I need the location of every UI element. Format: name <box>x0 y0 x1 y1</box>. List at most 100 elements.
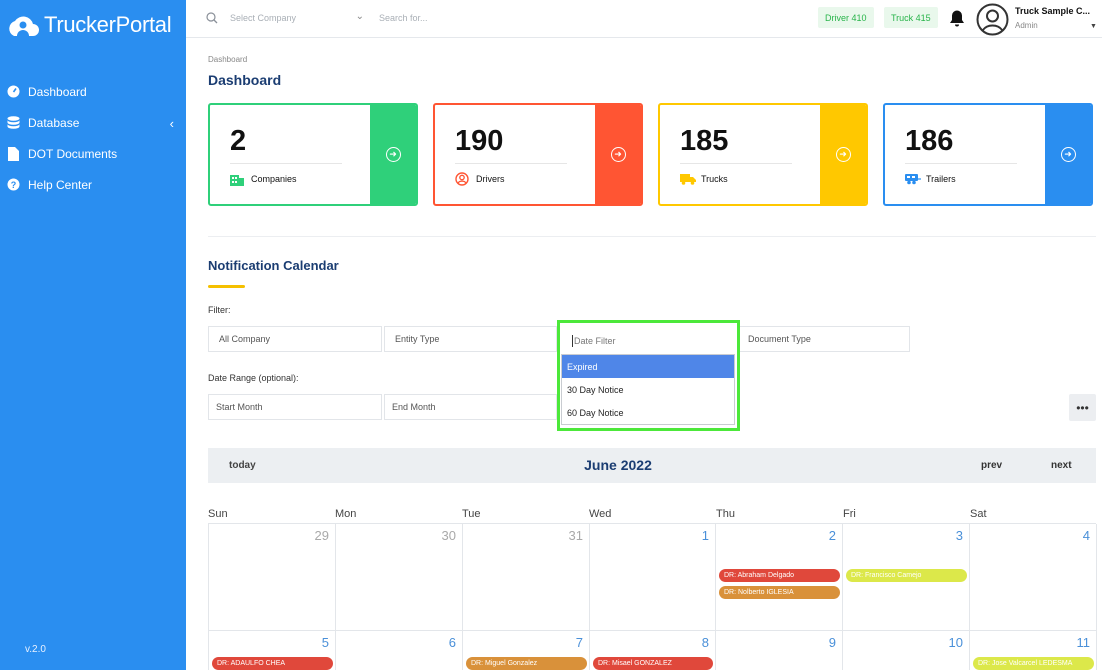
day-number: 8 <box>701 635 709 650</box>
date-filter-dropdown: Date Filter Expired 30 Day Notice 60 Day… <box>557 320 740 431</box>
drivers-go-button[interactable]: ➜ <box>595 105 641 204</box>
sidebar-item-dashboard[interactable]: Dashboard <box>0 76 186 107</box>
trucks-count: 185 <box>680 125 729 157</box>
trucks-go-button[interactable]: ➜ <box>820 105 866 204</box>
all-company-select[interactable]: All Company <box>208 326 382 352</box>
date-filter-options: Expired 30 Day Notice 60 Day Notice <box>561 354 735 425</box>
next-button[interactable]: next <box>1051 460 1072 471</box>
section-divider <box>208 236 1096 237</box>
sidebar-nav: Dashboard Database ‹ DOT Documents ? Hel… <box>0 76 186 200</box>
sidebar-item-dot-documents[interactable]: DOT Documents <box>0 138 186 169</box>
divider <box>230 163 342 164</box>
day-cell[interactable]: 7 DR: Miguel Gonzalez <box>463 631 590 670</box>
calendar-event[interactable]: DR: Miguel Gonzalez <box>466 657 587 670</box>
option-expired[interactable]: Expired <box>562 355 734 378</box>
companies-go-button[interactable]: ➜ <box>370 105 416 204</box>
option-60-day-notice[interactable]: 60 Day Notice <box>562 401 734 424</box>
breadcrumb[interactable]: Dashboard <box>208 55 247 64</box>
calendar-event[interactable]: DR: Abraham Delgado <box>719 569 840 582</box>
day-cell[interactable]: 10 <box>843 631 970 670</box>
bell-icon[interactable] <box>949 9 965 32</box>
day-cell[interactable]: 30 <box>336 524 463 631</box>
more-options-button[interactable]: ••• <box>1069 394 1096 421</box>
trailers-card: 186 Trailers ➜ <box>883 103 1093 206</box>
arrow-right-circle-icon: ➜ <box>1060 147 1076 162</box>
filter-label: Filter: <box>208 305 231 315</box>
truck-count-badge[interactable]: Truck 415 <box>884 7 938 28</box>
calendar-event[interactable]: DR: Misael GONZALEZ <box>593 657 713 670</box>
day-cell[interactable]: 29 <box>209 524 336 631</box>
entity-type-select[interactable]: Entity Type <box>384 326 557 352</box>
prev-button[interactable]: prev <box>981 460 1002 471</box>
sidebar-item-database[interactable]: Database ‹ <box>0 107 186 138</box>
building-icon <box>230 172 246 186</box>
search-input[interactable]: Search for... <box>379 13 428 23</box>
end-month-input[interactable]: End Month <box>384 394 557 420</box>
day-cell[interactable]: 11 DR: Jose Valcarcel LEDESMA <box>970 631 1097 670</box>
day-number: 3 <box>955 528 963 543</box>
date-filter-placeholder: Date Filter <box>574 336 616 346</box>
weekday-tue: Tue <box>462 508 481 520</box>
caret-down-icon[interactable]: ▼ <box>1090 23 1097 30</box>
sidebar: TruckerPortal Dashboard Database ‹ DOT D… <box>0 0 186 670</box>
calendar-event[interactable]: DR: ADAULFO CHEA <box>212 657 333 670</box>
sidebar-item-help-center[interactable]: ? Help Center <box>0 169 186 200</box>
day-number: 11 <box>1076 635 1091 650</box>
trailers-count: 186 <box>905 125 954 157</box>
sidebar-item-label: Database <box>28 115 80 130</box>
calendar-event[interactable]: DR: Jose Valcarcel LEDESMA <box>973 657 1094 670</box>
page-title: Dashboard <box>208 72 282 88</box>
option-30-day-notice[interactable]: 30 Day Notice <box>562 378 734 401</box>
ellipsis-icon: ••• <box>1076 400 1089 415</box>
calendar-month-title: June 2022 <box>584 457 652 473</box>
day-number: 31 <box>568 528 583 543</box>
avatar[interactable] <box>976 3 1009 36</box>
day-number: 7 <box>575 635 583 650</box>
calendar-event[interactable]: DR: Francisco Camejo <box>846 569 967 582</box>
weekday-mon: Mon <box>335 508 357 520</box>
trailer-icon <box>905 172 921 186</box>
document-icon <box>6 146 21 161</box>
trucks-label: Trucks <box>701 174 728 184</box>
notification-calendar-title: Notification Calendar <box>208 258 339 273</box>
calendar-event[interactable]: DR: Nolberto IGLESIA <box>719 586 840 599</box>
day-cell[interactable]: 5 DR: ADAULFO CHEA <box>209 631 336 670</box>
brand-name: TruckerPortal <box>44 12 172 37</box>
day-number: 10 <box>948 635 963 650</box>
date-range-label: Date Range (optional): <box>208 373 299 383</box>
driver-count-badge[interactable]: Driver 410 <box>818 7 874 28</box>
companies-card: 2 Companies ➜ <box>208 103 418 206</box>
logo[interactable]: TruckerPortal <box>6 10 172 40</box>
app-version: v.2.0 <box>25 644 46 655</box>
day-cell[interactable]: 8 DR: Misael GONZALEZ <box>590 631 716 670</box>
gauge-icon <box>6 84 21 99</box>
day-number: 30 <box>441 528 456 543</box>
logo-icon <box>6 10 40 40</box>
divider <box>905 163 1017 164</box>
company-select[interactable]: Select Company ⌄ <box>230 11 364 23</box>
start-month-input[interactable]: Start Month <box>208 394 382 420</box>
day-cell[interactable]: 3 DR: Francisco Camejo <box>843 524 970 631</box>
chevron-left-icon[interactable]: ‹ <box>170 116 174 131</box>
day-number: 6 <box>448 635 456 650</box>
day-cell[interactable]: 1 <box>590 524 716 631</box>
drivers-label: Drivers <box>476 174 505 184</box>
sidebar-item-label: Help Center <box>28 177 93 192</box>
weekday-sun: Sun <box>208 508 228 520</box>
user-name[interactable]: Truck Sample C... <box>1015 6 1090 16</box>
day-cell[interactable]: 2 DR: Abraham Delgado DR: Nolberto IGLES… <box>716 524 843 631</box>
weekday-wed: Wed <box>589 508 612 520</box>
drivers-count: 190 <box>455 125 504 157</box>
document-type-select[interactable]: Document Type <box>737 326 910 352</box>
day-cell[interactable]: 6 <box>336 631 463 670</box>
day-number: 5 <box>321 635 329 650</box>
weekday-sat: Sat <box>970 508 987 520</box>
date-filter-select[interactable]: Date Filter <box>563 327 734 355</box>
day-cell[interactable]: 31 <box>463 524 590 631</box>
trailers-go-button[interactable]: ➜ <box>1045 105 1091 204</box>
search-icon <box>206 11 218 29</box>
day-cell[interactable]: 9 <box>716 631 843 670</box>
trailers-label: Trailers <box>926 174 956 184</box>
sidebar-item-label: DOT Documents <box>28 146 118 161</box>
day-cell[interactable]: 4 <box>970 524 1097 631</box>
